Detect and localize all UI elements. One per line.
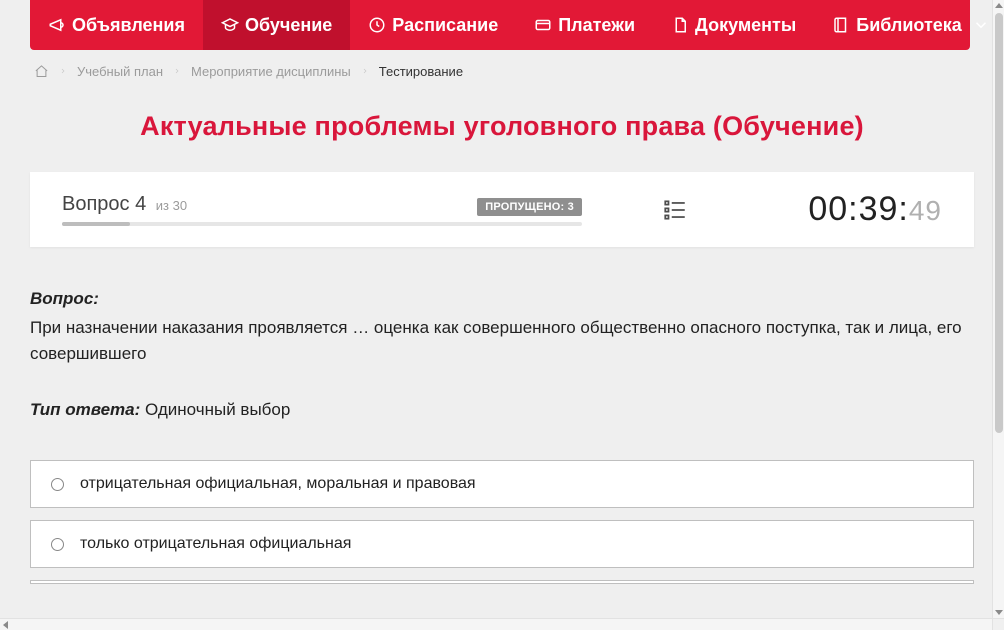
question-label: Вопрос: bbox=[30, 289, 974, 309]
chevron-right-icon bbox=[59, 64, 67, 79]
home-icon[interactable] bbox=[34, 64, 49, 79]
breadcrumb-discipline-event[interactable]: Мероприятие дисциплины bbox=[191, 64, 351, 79]
breadcrumb-study-plan[interactable]: Учебный план bbox=[77, 64, 163, 79]
page-title: Актуальные проблемы уголовного права (Об… bbox=[30, 111, 974, 142]
question-progress: Вопрос 4 из 30 ПРОПУЩЕНО: 3 bbox=[62, 193, 582, 226]
answer-option-partial[interactable] bbox=[30, 580, 974, 584]
vertical-scrollbar[interactable] bbox=[992, 0, 1004, 618]
question-text: При назначении наказания проявляется … о… bbox=[30, 315, 974, 366]
question-total: из 30 bbox=[156, 198, 187, 213]
nav-label: Библиотека bbox=[856, 15, 962, 36]
credit-card-icon bbox=[534, 16, 552, 34]
nav-learning[interactable]: Обучение bbox=[203, 0, 350, 50]
megaphone-icon bbox=[48, 16, 66, 34]
document-icon bbox=[671, 16, 689, 34]
test-status-bar: Вопрос 4 из 30 ПРОПУЩЕНО: 3 bbox=[30, 172, 974, 247]
timer: 00:39:49 bbox=[808, 190, 942, 229]
scrollbar-corner bbox=[992, 618, 1004, 630]
scroll-up-icon[interactable] bbox=[994, 1, 1004, 11]
answer-option[interactable]: отрицательная официальная, моральная и п… bbox=[30, 460, 974, 508]
nav-label: Обучение bbox=[245, 15, 332, 36]
horizontal-scrollbar[interactable] bbox=[0, 618, 1004, 630]
chevron-right-icon bbox=[173, 64, 181, 79]
scroll-left-icon[interactable] bbox=[1, 620, 11, 630]
question-list-icon[interactable] bbox=[662, 197, 690, 223]
radio-icon bbox=[51, 478, 64, 491]
page-viewport: Объявления Обучение Расписание Платежи Д… bbox=[0, 0, 1004, 618]
answer-type-value: Одиночный выбор bbox=[145, 400, 290, 419]
answer-option[interactable]: только отрицательная официальная bbox=[30, 520, 974, 568]
answer-text: отрицательная официальная, моральная и п… bbox=[80, 475, 476, 493]
chevron-down-icon bbox=[972, 16, 990, 34]
progress-bar bbox=[62, 222, 582, 226]
nav-label: Документы bbox=[695, 15, 796, 36]
nav-schedule[interactable]: Расписание bbox=[350, 0, 516, 50]
answer-type-label: Тип ответа: bbox=[30, 400, 140, 419]
graduation-cap-icon bbox=[221, 16, 239, 34]
nav-label: Платежи bbox=[558, 15, 635, 36]
breadcrumb: Учебный план Мероприятие дисциплины Тест… bbox=[30, 50, 974, 91]
nav-label: Объявления bbox=[72, 15, 185, 36]
scroll-down-icon[interactable] bbox=[994, 607, 1004, 617]
answer-text: только отрицательная официальная bbox=[80, 535, 351, 553]
book-icon bbox=[832, 16, 850, 34]
chevron-right-icon bbox=[361, 64, 369, 79]
question-body: Вопрос: При назначении наказания проявля… bbox=[30, 289, 974, 420]
nav-announcements[interactable]: Объявления bbox=[30, 0, 203, 50]
timer-subsecond: 49 bbox=[909, 195, 942, 226]
breadcrumb-current: Тестирование bbox=[379, 64, 463, 79]
scrollbar-track[interactable] bbox=[995, 11, 1003, 607]
clock-icon bbox=[368, 16, 386, 34]
nav-label: Расписание bbox=[392, 15, 498, 36]
nav-payments[interactable]: Платежи bbox=[516, 0, 653, 50]
question-counter: Вопрос 4 bbox=[62, 193, 152, 215]
nav-library[interactable]: Библиотека bbox=[814, 0, 1004, 50]
question-word: Вопрос bbox=[62, 193, 130, 215]
radio-icon bbox=[51, 538, 64, 551]
question-number: 4 bbox=[135, 193, 146, 215]
main-nav: Объявления Обучение Расписание Платежи Д… bbox=[30, 0, 970, 50]
answers-list: отрицательная официальная, моральная и п… bbox=[30, 460, 974, 584]
progress-fill bbox=[62, 222, 130, 226]
nav-documents[interactable]: Документы bbox=[653, 0, 814, 50]
skipped-badge: ПРОПУЩЕНО: 3 bbox=[477, 198, 582, 216]
timer-main: 00:39: bbox=[808, 190, 909, 228]
scrollbar-thumb[interactable] bbox=[995, 13, 1003, 433]
answer-type: Тип ответа: Одиночный выбор bbox=[30, 400, 974, 420]
